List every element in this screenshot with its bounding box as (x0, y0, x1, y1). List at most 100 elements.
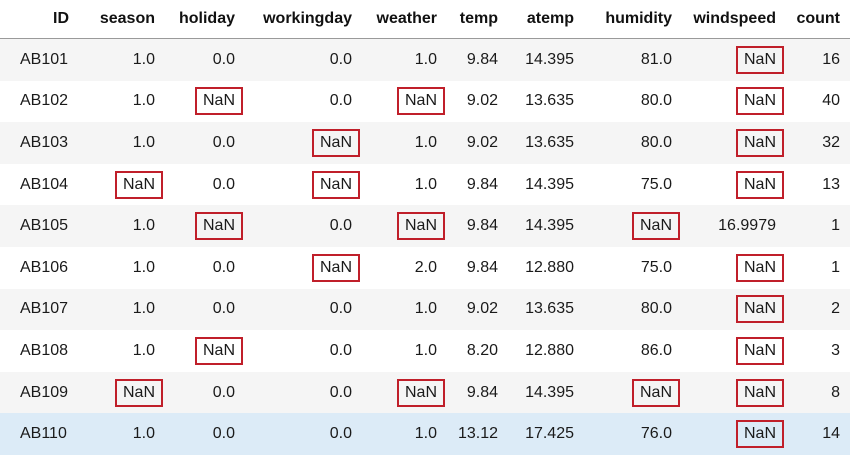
cell-count: 1 (786, 246, 850, 289)
missing-value-marker: NaN (735, 87, 784, 116)
missing-value-marker: NaN (735, 295, 784, 324)
cell-season: 1.0 (82, 205, 165, 247)
cell-atemp: 12.880 (508, 246, 584, 289)
table-row[interactable]: AB102 1.0 NaN 0.0 NaN 9.02 13.635 80.0 NaN 40 (0, 80, 850, 123)
cell-windspeed: NaN (682, 371, 786, 414)
missing-value-marker: NaN (735, 170, 784, 199)
table-row[interactable]: AB109 NaN 0.0 0.0 NaN 9.84 14.395 NaN NaN 8 (0, 371, 850, 414)
cell-workingday: 0.0 (245, 413, 362, 455)
cell-workingday: NaN (245, 122, 362, 164)
cell-atemp: 13.635 (508, 122, 584, 164)
table-row[interactable]: AB107 1.0 0.0 0.0 1.0 9.02 13.635 80.0 NaN 2 (0, 288, 850, 331)
cell-humidity: 81.0 (584, 38, 682, 81)
cell-count: 1 (786, 205, 850, 247)
cell-count: 16 (786, 38, 850, 81)
missing-value-marker: NaN (735, 128, 784, 157)
cell-windspeed: NaN (682, 288, 786, 331)
cell-count: 2 (786, 288, 850, 331)
cell-id: AB103 (0, 122, 82, 164)
missing-value-marker: NaN (194, 212, 243, 241)
cell-weather: 1.0 (362, 163, 447, 206)
cell-atemp: 14.395 (508, 205, 584, 247)
cell-count: 14 (786, 413, 850, 455)
cell-season: 1.0 (82, 38, 165, 81)
cell-id: AB107 (0, 288, 82, 331)
cell-windspeed: NaN (682, 163, 786, 206)
column-header-temp[interactable]: temp (447, 0, 508, 39)
table-row[interactable]: AB103 1.0 0.0 NaN 1.0 9.02 13.635 80.0 NaN 32 (0, 122, 850, 164)
missing-value-marker: NaN (631, 378, 680, 407)
missing-value-marker: NaN (311, 253, 360, 282)
cell-humidity: NaN (584, 205, 682, 247)
missing-value-marker: NaN (735, 378, 784, 407)
cell-windspeed: NaN (682, 330, 786, 372)
table-row[interactable]: AB106 1.0 0.0 NaN 2.0 9.84 12.880 75.0 NaN 1 (0, 246, 850, 289)
cell-atemp: 12.880 (508, 330, 584, 372)
cell-count: 32 (786, 122, 850, 164)
dataframe-table: ID season holiday workingday weather tem… (0, 0, 850, 455)
cell-humidity: 75.0 (584, 163, 682, 206)
cell-season: 1.0 (82, 246, 165, 289)
cell-temp: 9.84 (447, 205, 508, 247)
cell-windspeed: NaN (682, 246, 786, 289)
cell-temp: 8.20 (447, 330, 508, 372)
cell-count: 8 (786, 371, 850, 414)
missing-value-marker: NaN (114, 378, 163, 407)
cell-weather: 1.0 (362, 413, 447, 455)
cell-temp: 9.84 (447, 163, 508, 206)
column-header-weather[interactable]: weather (362, 0, 447, 39)
cell-weather: 1.0 (362, 330, 447, 372)
cell-weather: 1.0 (362, 288, 447, 331)
table-row[interactable]: AB105 1.0 NaN 0.0 NaN 9.84 14.395 NaN 16.9979 1 (0, 205, 850, 247)
cell-workingday: 0.0 (245, 371, 362, 414)
header-row: ID season holiday workingday weather tem… (0, 0, 850, 39)
cell-season: NaN (82, 371, 165, 414)
cell-workingday: 0.0 (245, 38, 362, 81)
cell-temp: 9.84 (447, 371, 508, 414)
cell-weather: 1.0 (362, 122, 447, 164)
column-header-humidity[interactable]: humidity (584, 0, 682, 39)
cell-id: AB106 (0, 246, 82, 289)
cell-workingday: 0.0 (245, 205, 362, 247)
table-row[interactable]: AB104 NaN 0.0 NaN 1.0 9.84 14.395 75.0 NaN 13 (0, 163, 850, 206)
column-header-season[interactable]: season (82, 0, 165, 39)
missing-value-marker: NaN (735, 45, 784, 74)
cell-season: 1.0 (82, 122, 165, 164)
cell-weather: 1.0 (362, 38, 447, 81)
cell-id: AB105 (0, 205, 82, 247)
cell-season: 1.0 (82, 413, 165, 455)
cell-windspeed: NaN (682, 38, 786, 81)
cell-humidity: 86.0 (584, 330, 682, 372)
cell-humidity: 75.0 (584, 246, 682, 289)
cell-holiday: NaN (165, 80, 245, 123)
table-row[interactable]: AB108 1.0 NaN 0.0 1.0 8.20 12.880 86.0 NaN 3 (0, 330, 850, 372)
cell-season: 1.0 (82, 288, 165, 331)
column-header-holiday[interactable]: holiday (165, 0, 245, 39)
missing-value-marker: NaN (396, 87, 445, 116)
column-header-count[interactable]: count (786, 0, 850, 39)
cell-holiday: NaN (165, 205, 245, 247)
cell-id: AB104 (0, 163, 82, 206)
missing-value-marker: NaN (735, 336, 784, 365)
column-header-workingday[interactable]: workingday (245, 0, 362, 39)
cell-workingday: NaN (245, 163, 362, 206)
missing-value-marker: NaN (194, 87, 243, 116)
cell-humidity: 80.0 (584, 288, 682, 331)
cell-temp: 9.02 (447, 80, 508, 123)
cell-temp: 9.02 (447, 122, 508, 164)
cell-season: 1.0 (82, 80, 165, 123)
missing-value-marker: NaN (631, 212, 680, 241)
column-header-windspeed[interactable]: windspeed (682, 0, 786, 39)
cell-id: AB101 (0, 38, 82, 81)
cell-holiday: 0.0 (165, 413, 245, 455)
cell-holiday: NaN (165, 330, 245, 372)
table-row[interactable]: AB110 1.0 0.0 0.0 1.0 13.12 17.425 76.0 NaN 14 (0, 413, 850, 455)
cell-count: 13 (786, 163, 850, 206)
table-row[interactable]: AB101 1.0 0.0 0.0 1.0 9.84 14.395 81.0 NaN 16 (0, 38, 850, 81)
cell-humidity: 80.0 (584, 80, 682, 123)
cell-season: NaN (82, 163, 165, 206)
cell-holiday: 0.0 (165, 371, 245, 414)
cell-id: AB109 (0, 371, 82, 414)
column-header-id[interactable]: ID (0, 0, 82, 39)
column-header-atemp[interactable]: atemp (508, 0, 584, 39)
